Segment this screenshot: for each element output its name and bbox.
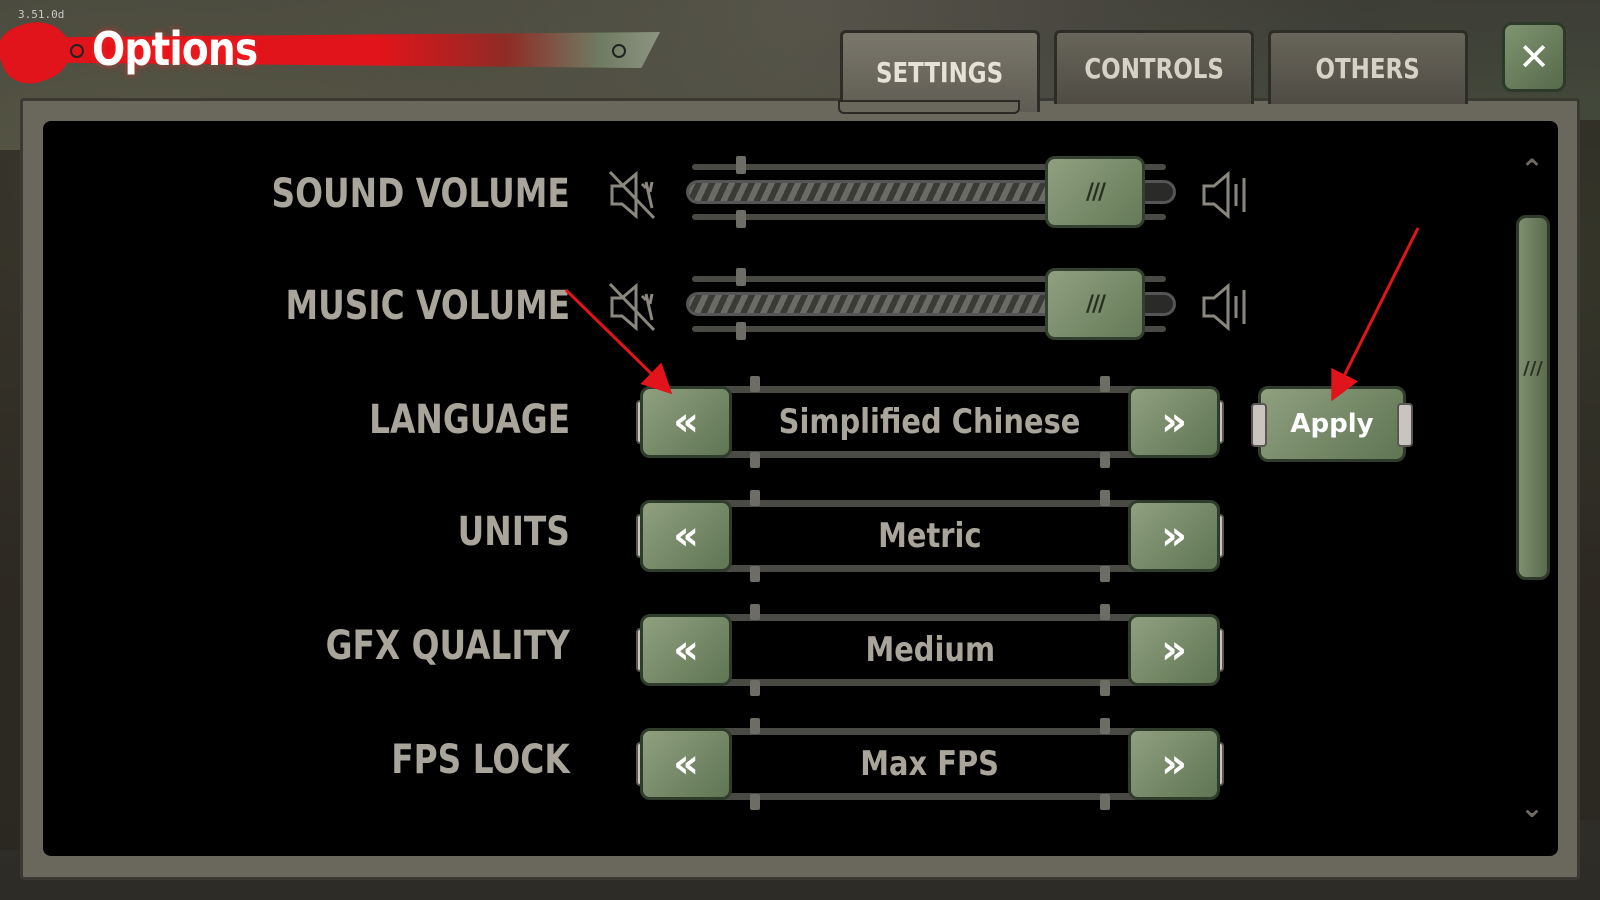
chevron-double-right-icon: »: [1161, 399, 1187, 445]
fps-lock-next-button[interactable]: »: [1128, 728, 1220, 800]
speaker-loud-icon[interactable]: [1198, 280, 1252, 334]
chevron-down-icon: ⌄: [1520, 791, 1544, 824]
gfx-quality-value: Medium: [865, 630, 995, 670]
scroll-down-button[interactable]: ⌄: [1514, 790, 1550, 826]
music-volume-label: MUSIC VOLUME: [285, 283, 570, 329]
chevron-double-right-icon: »: [1161, 513, 1187, 559]
active-tab-indicator: [838, 100, 1020, 114]
fps-lock-selector: « Max FPS »: [636, 718, 1224, 810]
gfx-quality-prev-button[interactable]: «: [640, 614, 732, 686]
chevron-double-left-icon: «: [673, 741, 699, 787]
units-selector: « Metric »: [636, 490, 1224, 582]
apply-button[interactable]: Apply: [1251, 386, 1413, 462]
fps-lock-prev-button[interactable]: «: [640, 728, 732, 800]
scroll-up-button[interactable]: ⌃: [1514, 152, 1550, 188]
banner-ring-decoration: [70, 44, 84, 58]
close-icon: ✕: [1518, 35, 1550, 79]
language-next-button[interactable]: »: [1128, 386, 1220, 458]
chevron-double-right-icon: »: [1161, 741, 1187, 787]
speaker-loud-icon[interactable]: [1198, 168, 1252, 222]
gfx-quality-selector: « Medium »: [636, 604, 1224, 696]
fps-lock-label: FPS LOCK: [391, 737, 570, 783]
gfx-quality-label: GFX QUALITY: [325, 623, 570, 669]
music-volume-slider[interactable]: ///: [686, 268, 1176, 340]
close-button[interactable]: ✕: [1502, 22, 1566, 92]
language-prev-button[interactable]: «: [640, 386, 732, 458]
tab-settings-label: SETTINGS: [876, 56, 1004, 89]
tab-controls-label: CONTROLS: [1084, 52, 1224, 85]
units-next-button[interactable]: »: [1128, 500, 1220, 572]
sound-volume-slider[interactable]: ///: [686, 156, 1176, 228]
language-label: LANGUAGE: [368, 397, 570, 443]
fps-lock-value: Max FPS: [860, 744, 1000, 784]
language-selector: « Simplified Chinese »: [636, 376, 1224, 468]
units-label: UNITS: [457, 509, 570, 555]
chevron-double-left-icon: «: [673, 627, 699, 673]
sound-volume-label: SOUND VOLUME: [271, 171, 570, 217]
scrollbar-thumb[interactable]: ///: [1516, 215, 1550, 580]
sound-volume-thumb[interactable]: ///: [1045, 156, 1145, 228]
chevron-up-icon: ⌃: [1520, 153, 1544, 186]
chevron-double-right-icon: »: [1161, 627, 1187, 673]
music-volume-fill: [689, 295, 1098, 313]
language-value: Simplified Chinese: [779, 402, 1081, 442]
apply-button-label: Apply: [1290, 409, 1374, 439]
banner-ring-decoration: [612, 44, 626, 58]
chevron-double-left-icon: «: [673, 513, 699, 559]
speaker-muted-icon[interactable]: [606, 280, 660, 334]
music-volume-thumb[interactable]: ///: [1045, 268, 1145, 340]
tab-controls[interactable]: CONTROLS: [1054, 30, 1254, 104]
version-label: 3.51.0d: [18, 8, 65, 21]
units-value: Metric: [878, 516, 982, 556]
speaker-muted-icon[interactable]: [606, 168, 660, 222]
page-title: Options: [92, 22, 258, 76]
grip-icon: ///: [1523, 358, 1543, 379]
tab-others-label: OTHERS: [1315, 52, 1421, 85]
units-prev-button[interactable]: «: [640, 500, 732, 572]
gfx-quality-next-button[interactable]: »: [1128, 614, 1220, 686]
sound-volume-fill: [689, 183, 1098, 201]
chevron-double-left-icon: «: [673, 399, 699, 445]
tab-others[interactable]: OTHERS: [1268, 30, 1468, 104]
title-banner: 3.51.0d Options: [0, 8, 660, 93]
